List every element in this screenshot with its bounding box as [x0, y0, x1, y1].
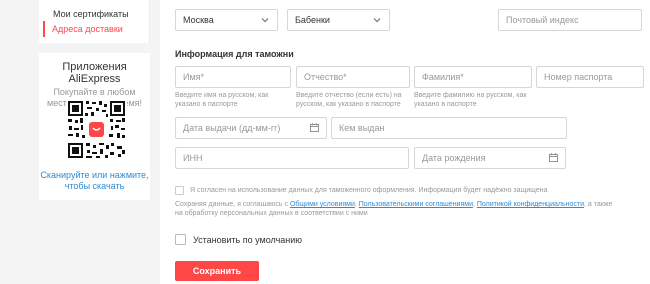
first-name-hint: Введите имя на русском, как указано в па…: [175, 92, 269, 108]
passport-number-input[interactable]: Номер паспорта: [536, 66, 644, 88]
app-promo-title: Приложения AliExpress: [62, 61, 127, 85]
patronymic-input[interactable]: Отчество*: [296, 66, 410, 88]
sidebar-item-certificates[interactable]: Мои сертификаты: [45, 6, 129, 22]
first-name-input[interactable]: Имя*: [175, 66, 291, 88]
customs-consent-text: Я согласен на использование данных для т…: [190, 187, 548, 194]
app-promo-card: Приложения AliExpress Покупайте в любом …: [39, 53, 150, 200]
region-select-value: Москва: [183, 15, 214, 25]
legal-prefix: Сохраняя данные, я соглашаюсь с: [175, 201, 290, 208]
chevron-down-icon: [261, 18, 269, 23]
patronymic-placeholder: Отчество*: [304, 72, 347, 82]
inn-input[interactable]: ИНН: [175, 147, 409, 169]
default-address-label[interactable]: Установить по умолчанию: [193, 235, 302, 245]
last-name-hint: Введите фамилию на русском, как указано …: [414, 92, 527, 108]
calendar-icon[interactable]: [549, 153, 558, 162]
address-form: Москва Бабенки Почтовый индекс Информаци…: [160, 0, 650, 284]
issue-date-input[interactable]: Дата выдачи (дд-мм-гг): [175, 117, 327, 139]
first-name-placeholder: Имя*: [183, 72, 205, 82]
region-select[interactable]: Москва: [175, 9, 278, 31]
customs-section-title: Информация для таможни: [175, 49, 294, 59]
city-select-value: Бабенки: [295, 15, 330, 25]
default-address-checkbox[interactable]: [175, 234, 186, 245]
city-select[interactable]: Бабенки: [287, 9, 390, 31]
default-address-row: Установить по умолчанию: [175, 234, 302, 245]
last-name-placeholder: Фамилия*: [422, 72, 464, 82]
chevron-down-icon: [373, 18, 381, 23]
issued-by-placeholder: Кем выдан: [339, 123, 385, 133]
app-download-link[interactable]: Сканируйте или нажмите, чтобы скачать: [39, 170, 150, 192]
issued-by-input[interactable]: Кем выдан: [331, 117, 567, 139]
account-nav: Мои сертификаты Адреса доставки: [39, 0, 150, 43]
customs-consent-checkbox[interactable]: [175, 186, 184, 195]
terms-link[interactable]: Общими условиями: [290, 201, 355, 208]
patronymic-hint: Введите отчество (если есть) на русском,…: [296, 92, 402, 108]
user-agreements-link[interactable]: Пользовательскими соглашениями: [359, 201, 473, 208]
zip-input-placeholder: Почтовый индекс: [506, 15, 579, 25]
birth-date-placeholder: Дата рождения: [422, 153, 486, 163]
zip-input[interactable]: Почтовый индекс: [498, 9, 642, 31]
legal-notice: Сохраняя данные, я соглашаюсь с Общими у…: [175, 200, 615, 218]
customs-consent-row: Я согласен на использование данных для т…: [175, 186, 548, 195]
qr-code-icon[interactable]: [66, 99, 127, 160]
calendar-icon[interactable]: [310, 123, 319, 132]
birth-date-input[interactable]: Дата рождения: [414, 147, 566, 169]
privacy-policy-link[interactable]: Политикой конфиденциальности: [477, 201, 584, 208]
sidebar-item-addresses[interactable]: Адреса доставки: [43, 21, 143, 37]
passport-number-placeholder: Номер паспорта: [544, 72, 613, 82]
inn-placeholder: ИНН: [183, 153, 203, 163]
issue-date-placeholder: Дата выдачи (дд-мм-гг): [183, 123, 281, 133]
last-name-input[interactable]: Фамилия*: [414, 66, 532, 88]
save-button[interactable]: Сохранить: [175, 261, 259, 281]
